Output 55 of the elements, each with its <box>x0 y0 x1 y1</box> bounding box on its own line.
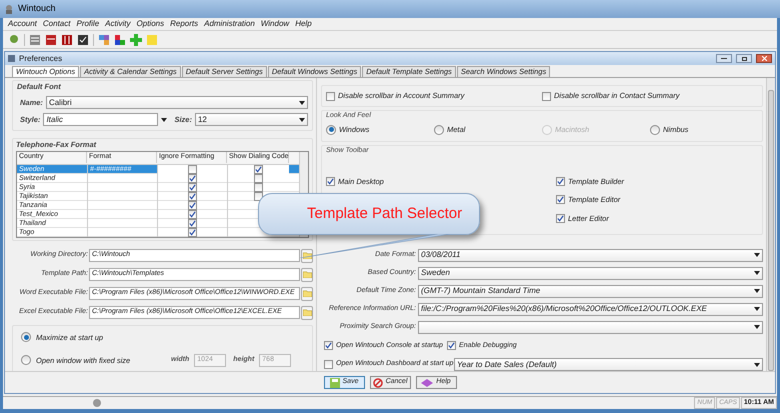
settings-dropdown[interactable] <box>418 320 763 334</box>
radio-button[interactable] <box>650 124 660 134</box>
checkbox[interactable] <box>556 177 565 186</box>
settings-dropdown[interactable]: file:/C:/Program%20Files%20(x86)/Microsoft%20Office/Office12/OUTLOOK.EXE <box>418 302 763 316</box>
dropdown-caret-icon <box>161 118 168 122</box>
font-size-dropdown[interactable]: 12 <box>194 113 308 126</box>
window-title: Wintouch <box>18 2 56 16</box>
close-button[interactable] <box>756 54 772 63</box>
menu-item[interactable]: Window <box>260 18 290 30</box>
font-name-dropdown[interactable]: Calibri <box>46 96 308 110</box>
dashboard-dropdown[interactable]: Year to Date Sales (Default) <box>454 358 763 371</box>
settings-dropdown[interactable]: Sweden <box>418 266 763 280</box>
dropdown-caret-icon <box>754 271 760 275</box>
radio-button[interactable] <box>434 124 444 134</box>
menu-item[interactable]: Profile <box>76 18 100 30</box>
scrollbar[interactable] <box>766 78 775 371</box>
dropdown-caret-icon <box>754 307 760 311</box>
checkbox[interactable] <box>556 195 565 204</box>
list-icon[interactable] <box>29 34 41 46</box>
dropdown-caret-icon <box>754 289 760 293</box>
menu-item[interactable]: Account <box>8 18 37 30</box>
settings-dropdown[interactable]: 03/08/2011 <box>418 248 763 262</box>
checkbox[interactable] <box>324 360 333 369</box>
checkbox[interactable] <box>326 92 335 100</box>
callout-text: Template Path Selector <box>307 204 462 224</box>
menu-item[interactable]: Options <box>136 18 164 30</box>
menu-item[interactable]: Contact <box>42 18 70 30</box>
radio-button[interactable] <box>21 332 31 342</box>
menu-item[interactable]: Help <box>295 18 312 30</box>
checkbox[interactable] <box>556 214 565 223</box>
columns-icon[interactable] <box>61 34 73 46</box>
menu-item[interactable]: Activity <box>105 18 131 30</box>
radio-button[interactable] <box>21 355 31 366</box>
app-icon <box>4 4 14 14</box>
close-icon <box>762 56 766 61</box>
status-icon <box>93 399 101 407</box>
radio-button[interactable] <box>326 124 336 134</box>
dropdown-caret-icon <box>754 325 760 329</box>
dropdown-caret-icon <box>754 362 760 366</box>
restore-button[interactable] <box>736 54 752 63</box>
checkbox[interactable] <box>542 92 551 100</box>
settings-dropdown[interactable]: (GMT-7) Mountain Standard Time <box>418 284 763 298</box>
checkbox[interactable] <box>324 341 333 350</box>
menu-item[interactable]: Reports <box>170 18 198 30</box>
font-style-field[interactable]: Italic <box>43 113 158 126</box>
checklist-icon[interactable] <box>77 34 89 46</box>
checkbox[interactable] <box>447 341 456 350</box>
menu-item[interactable]: Administration <box>204 18 255 30</box>
no-entry-icon <box>372 378 383 388</box>
dropdown-caret-icon <box>754 253 760 257</box>
dropdown-caret-icon <box>299 118 305 122</box>
inner-window-title: Preferences <box>19 52 64 64</box>
dropdown-caret-icon <box>299 100 305 105</box>
minimize-button[interactable] <box>716 54 732 63</box>
checkbox[interactable] <box>326 177 335 186</box>
